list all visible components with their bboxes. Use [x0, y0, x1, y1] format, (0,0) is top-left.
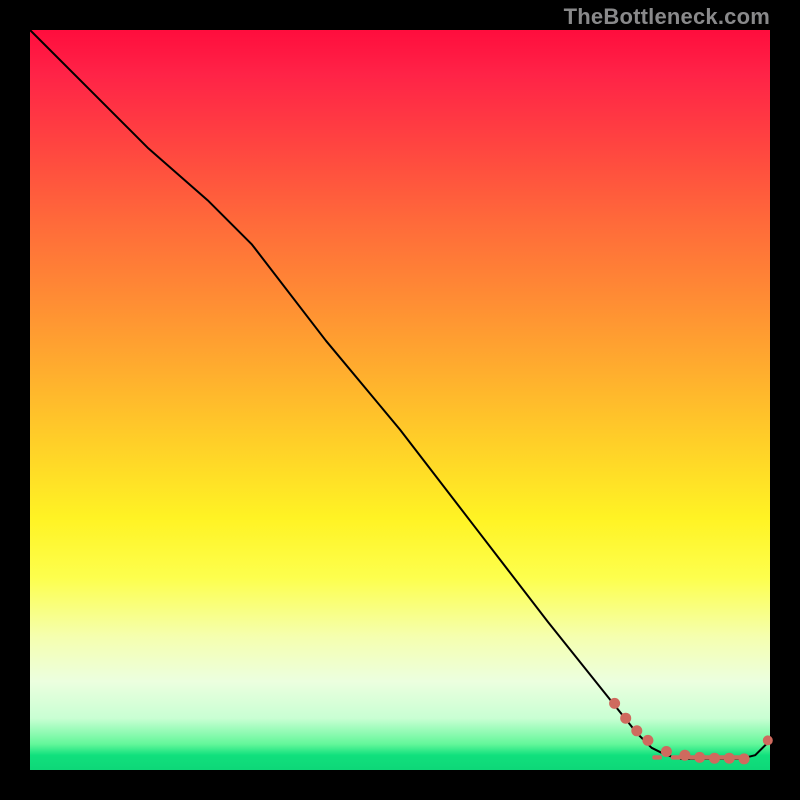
curve-line — [30, 30, 770, 759]
data-point — [679, 750, 690, 761]
watermark-text: TheBottleneck.com — [564, 4, 770, 30]
data-point — [724, 753, 735, 764]
data-point — [620, 713, 631, 724]
data-point — [661, 746, 672, 757]
chart-overlay — [30, 30, 770, 770]
data-point — [642, 735, 653, 746]
data-point — [709, 753, 720, 764]
data-point — [739, 753, 750, 764]
data-point — [609, 698, 620, 709]
chart-frame: TheBottleneck.com — [0, 0, 800, 800]
data-point — [763, 735, 773, 745]
data-point — [631, 725, 642, 736]
trough-dash — [652, 755, 662, 759]
data-markers — [609, 698, 773, 765]
data-point — [694, 752, 705, 763]
